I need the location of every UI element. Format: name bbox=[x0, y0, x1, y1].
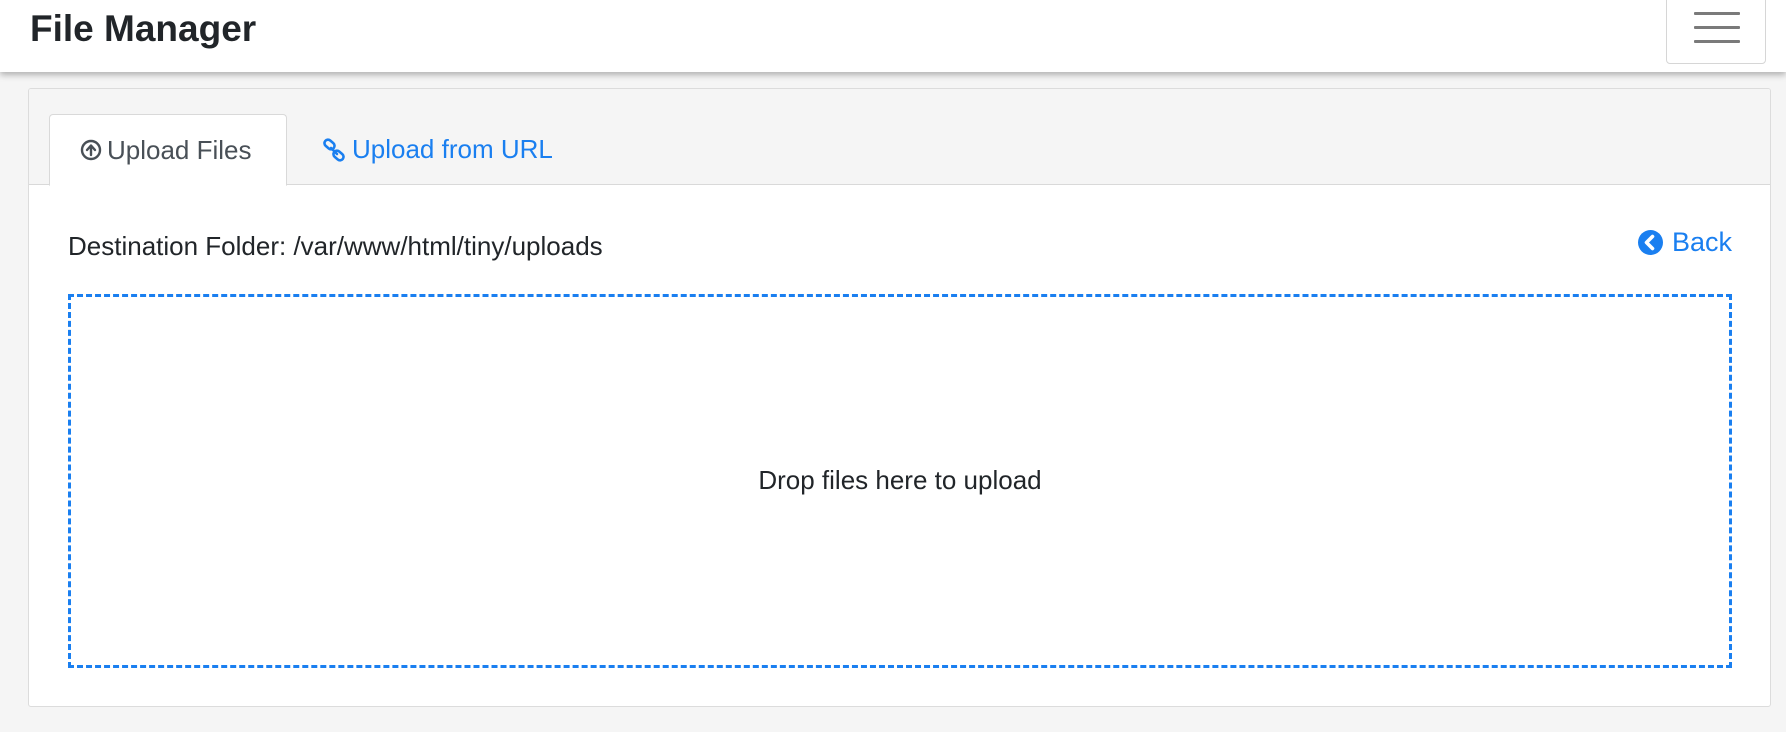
tab-upload-files-label: Upload Files bbox=[107, 134, 252, 165]
hamburger-menu-icon bbox=[1694, 12, 1740, 15]
hamburger-menu-icon-bar bbox=[1694, 26, 1740, 29]
tab-upload-from-url-label: Upload from URL bbox=[352, 134, 553, 164]
tabs-header: Upload Files Upload from URL bbox=[29, 89, 1770, 186]
chevron-left-circle-icon bbox=[1637, 230, 1663, 255]
destination-folder-text: Destination Folder: /var/www/html/tiny/u… bbox=[68, 231, 603, 261]
tab-upload-files[interactable]: Upload Files bbox=[49, 114, 287, 186]
navbar-toggle-button[interactable] bbox=[1666, 0, 1766, 64]
dropzone[interactable]: Drop files here to upload bbox=[68, 294, 1732, 668]
upload-circle-icon bbox=[80, 139, 102, 161]
tab-upload-from-url[interactable]: Upload from URL bbox=[319, 114, 579, 185]
brand-title[interactable]: File Manager bbox=[30, 8, 256, 50]
navbar: File Manager bbox=[0, 0, 1786, 72]
dropzone-message: Drop files here to upload bbox=[758, 464, 1042, 495]
link-icon bbox=[323, 137, 345, 162]
upload-card: Upload Files Upload from URL Destination… bbox=[28, 88, 1771, 707]
back-link-label: Back bbox=[1671, 227, 1732, 257]
hamburger-menu-icon-bar bbox=[1694, 40, 1740, 43]
back-link[interactable]: Back bbox=[1637, 227, 1732, 258]
